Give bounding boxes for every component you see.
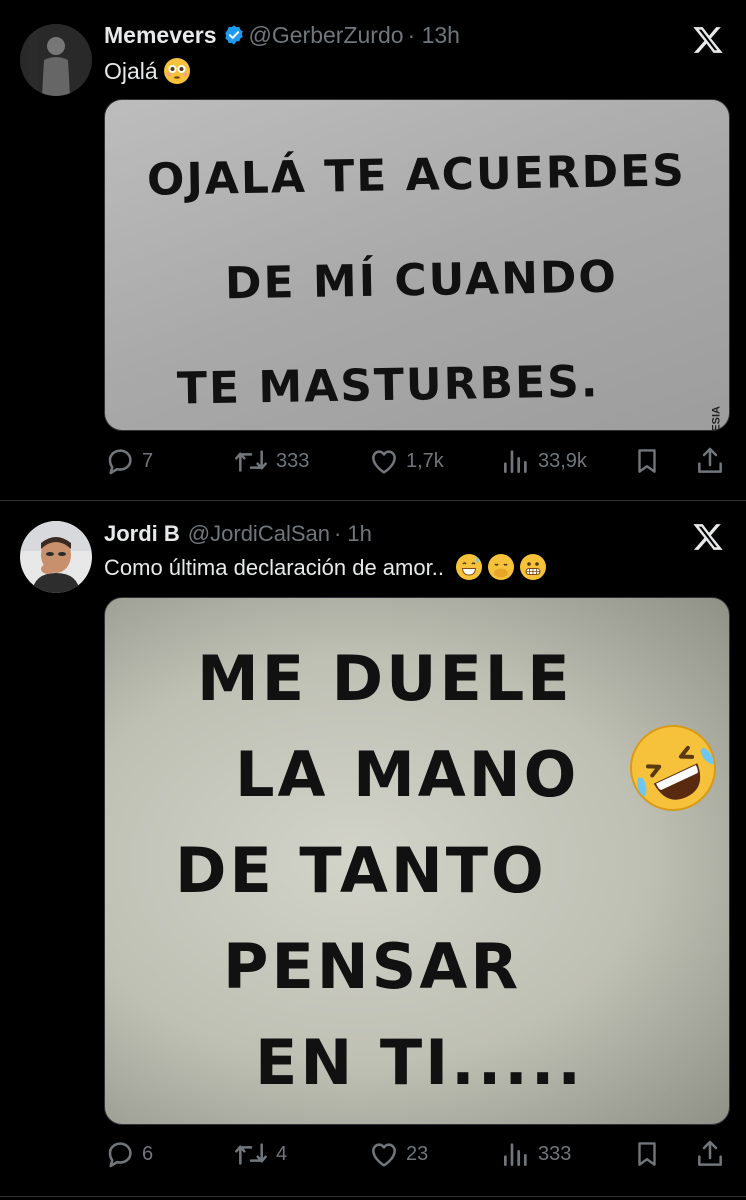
grinning-sweat-face-emoji-icon [455, 554, 482, 580]
tweet-header: Jordi B @JordiCalSan · 1h [104, 521, 372, 547]
repost-button[interactable]: 4 [232, 1137, 287, 1171]
reply-button[interactable]: 6 [104, 1137, 153, 1171]
repost-count: 333 [276, 449, 310, 472]
reply-count: 6 [142, 1142, 154, 1165]
views-chart-icon [504, 450, 527, 473]
tweet-image[interactable]: ME DUELE LA MANO DE TANTO PENSAR EN TI..… [104, 597, 730, 1125]
image-text-line-3: TE MASTURBES. [176, 356, 600, 415]
like-count: 1,7k [406, 449, 444, 472]
like-button[interactable]: 23 [368, 1137, 428, 1171]
verified-badge-icon [223, 24, 245, 52]
avatar[interactable] [20, 24, 92, 96]
bookmark-icon [638, 1142, 656, 1166]
image-text-line-2: DE MÍ CUANDO [224, 251, 619, 310]
repost-button[interactable]: 333 [232, 444, 309, 478]
views-count: 33,9k [538, 449, 587, 472]
tweet-divider [0, 1196, 746, 1197]
image-text-line-1: OJALÁ TE ACUERDES [146, 145, 687, 206]
grimacing-face-emoji-icon [519, 554, 546, 580]
share-icon [698, 1140, 722, 1166]
timestamp[interactable]: · 1h [334, 521, 372, 546]
timestamp[interactable]: · 13h [408, 22, 460, 48]
user-handle[interactable]: @JordiCalSan [188, 521, 330, 546]
repost-icon [235, 1143, 267, 1165]
views-count: 333 [538, 1142, 572, 1165]
image-text-line-4: PENSAR [223, 930, 522, 1003]
share-button[interactable] [694, 444, 726, 478]
tweet-text-content: Ojalá [104, 58, 158, 84]
image-text-line-2: LA MANO [235, 738, 580, 811]
heart-icon [372, 450, 396, 474]
bookmark-button[interactable] [632, 1137, 662, 1171]
reply-icon [108, 449, 132, 475]
face-with-hand-over-mouth-emoji-icon [487, 554, 514, 580]
tweet-text-content: Como última declaración de amor.. [104, 555, 444, 580]
bookmark-button[interactable] [632, 444, 662, 478]
tweet-image[interactable]: OJALÁ TE ACUERDES DE MÍ CUANDO TE MASTUR… [104, 99, 730, 431]
tweet-text: Ojalá [104, 58, 190, 85]
tweet-jordi-b[interactable]: Jordi B @JordiCalSan · 1h Como última decl… [0, 501, 746, 1198]
like-button[interactable]: 1,7k [368, 444, 444, 478]
tweet-text: Como última declaración de amor.. [104, 554, 546, 581]
image-watermark: ADEFESIA [711, 406, 723, 430]
share-button[interactable] [694, 1137, 726, 1171]
rolling-on-floor-laughing-emoji-icon [623, 718, 723, 818]
repost-count: 4 [276, 1142, 288, 1165]
image-text-line-5: EN TI..... [255, 1026, 584, 1099]
tweet-memevers[interactable]: Memevers @GerberZurdo · 13h Ojalá OJALÁ TE… [0, 0, 746, 500]
tweet-actions: 7 333 1,7k 33,9k [104, 444, 728, 478]
repost-icon [235, 450, 267, 472]
bookmark-icon [638, 449, 656, 473]
share-icon [698, 447, 722, 473]
x-logo-icon [692, 521, 724, 553]
image-text-line-3: DE TANTO [175, 834, 547, 907]
views-chart-icon [504, 1143, 527, 1166]
display-name[interactable]: Jordi B [104, 521, 180, 546]
heart-icon [372, 1143, 396, 1167]
display-name[interactable]: Memevers [104, 22, 217, 48]
tweet-actions: 6 4 23 333 [104, 1137, 728, 1171]
views-button[interactable]: 333 [500, 1137, 571, 1171]
image-text-line-1: ME DUELE [197, 642, 573, 715]
avatar[interactable] [20, 521, 92, 593]
reply-button[interactable]: 7 [104, 444, 153, 478]
reply-count: 7 [142, 449, 154, 472]
reply-icon [108, 1142, 132, 1168]
tweet-header: Memevers @GerberZurdo · 13h [104, 22, 460, 52]
flushed-face-emoji-icon [163, 58, 190, 84]
x-logo-icon [692, 24, 724, 56]
like-count: 23 [406, 1142, 429, 1165]
user-handle[interactable]: @GerberZurdo [249, 22, 404, 48]
views-button[interactable]: 33,9k [500, 444, 587, 478]
